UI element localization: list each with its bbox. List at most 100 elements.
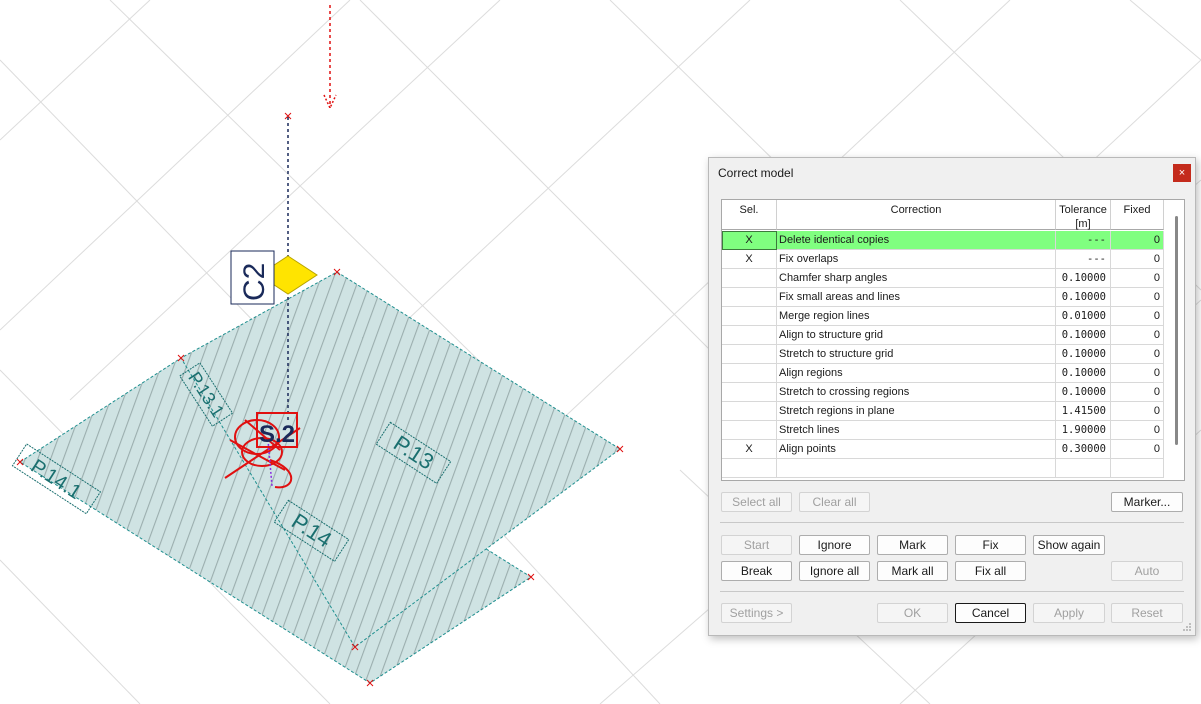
row-fixed-cell: 0	[1111, 402, 1164, 421]
mark-button[interactable]: Mark	[877, 535, 948, 555]
row-sel-cell[interactable]	[722, 383, 777, 402]
row-sel-cell[interactable]	[722, 269, 777, 288]
row-fixed-cell: 0	[1111, 345, 1164, 364]
table-row[interactable]: Merge region lines 0.01000 0	[722, 307, 1164, 326]
dialog-title: Correct model	[718, 166, 794, 180]
row-tolerance-cell: 0.10000	[1056, 345, 1111, 364]
table-row[interactable]: Align regions 0.10000 0	[722, 364, 1164, 383]
corrections-table: Sel. Correction Tolerance [m] Fixed X Del…	[721, 199, 1185, 481]
col-header-tolerance[interactable]: Tolerance [m]	[1056, 200, 1111, 230]
close-icon[interactable]: ×	[1173, 164, 1191, 182]
reset-button[interactable]: Reset	[1111, 603, 1183, 623]
row-tolerance-cell: 0.10000	[1056, 326, 1111, 345]
table-row[interactable]: Chamfer sharp angles 0.10000 0	[722, 269, 1164, 288]
row-sel-cell[interactable]: X	[722, 231, 777, 250]
row-tolerance-cell: 0.10000	[1056, 288, 1111, 307]
row-sel-cell[interactable]	[722, 307, 777, 326]
row-sel-cell[interactable]	[722, 364, 777, 383]
row-sel-cell[interactable]: X	[722, 250, 777, 269]
correct-model-dialog: Correct model × Sel. Correction Toleranc…	[708, 157, 1196, 636]
row-fixed-cell: 0	[1111, 269, 1164, 288]
row-fixed-cell: 0	[1111, 288, 1164, 307]
row-sel-cell[interactable]	[722, 345, 777, 364]
resize-grip-icon[interactable]	[1183, 622, 1192, 631]
row-tolerance-cell: ---	[1056, 231, 1111, 250]
row-sel-cell[interactable]	[722, 402, 777, 421]
row-correction-cell: Stretch lines	[777, 421, 1056, 440]
load-arrow	[323, 5, 337, 110]
table-row[interactable]: X Align points 0.30000 0	[722, 440, 1164, 459]
row-fixed-cell: 0	[1111, 326, 1164, 345]
row-correction-cell: Align points	[777, 440, 1056, 459]
table-row[interactable]: Align to structure grid 0.10000 0	[722, 326, 1164, 345]
row-sel-cell[interactable]	[722, 326, 777, 345]
table-row[interactable]: Stretch regions in plane 1.41500 0	[722, 402, 1164, 421]
settings-button[interactable]: Settings >	[721, 603, 792, 623]
row-tolerance-cell: 0.10000	[1056, 383, 1111, 402]
col-header-fixed[interactable]: Fixed	[1111, 200, 1164, 230]
row-correction-cell: Fix overlaps	[777, 250, 1056, 269]
table-scrollbar[interactable]	[1173, 214, 1181, 479]
row-fixed-cell: 0	[1111, 250, 1164, 269]
ignore-all-button[interactable]: Ignore all	[799, 561, 870, 581]
start-button[interactable]: Start	[721, 535, 792, 555]
row-sel-cell[interactable]: X	[722, 440, 777, 459]
row-tolerance-cell: 0.01000	[1056, 307, 1111, 326]
row-correction-cell: Delete identical copies	[777, 231, 1056, 250]
col-header-correction[interactable]: Correction	[777, 200, 1056, 230]
table-row[interactable]: Stretch lines 1.90000 0	[722, 421, 1164, 440]
table-row[interactable]: Stretch to crossing regions 0.10000 0	[722, 383, 1164, 402]
row-fixed-cell	[1111, 459, 1164, 478]
row-tolerance-cell: 1.41500	[1056, 402, 1111, 421]
table-row[interactable]	[722, 459, 1164, 478]
row-fixed-cell: 0	[1111, 440, 1164, 459]
clear-all-button[interactable]: Clear all	[799, 492, 870, 512]
row-sel-cell[interactable]	[722, 421, 777, 440]
break-button[interactable]: Break	[721, 561, 792, 581]
row-fixed-cell: 0	[1111, 231, 1164, 250]
row-correction-cell	[777, 459, 1056, 478]
column-label-text: C2	[238, 263, 271, 301]
table-row[interactable]: Stretch to structure grid 0.10000 0	[722, 345, 1164, 364]
table-row[interactable]: X Fix overlaps --- 0	[722, 250, 1164, 269]
col-header-sel[interactable]: Sel.	[722, 200, 777, 230]
ignore-button[interactable]: Ignore	[799, 535, 870, 555]
row-tolerance-cell: 0.30000	[1056, 440, 1111, 459]
marker-button[interactable]: Marker...	[1111, 492, 1183, 512]
fix-all-button[interactable]: Fix all	[955, 561, 1026, 581]
row-correction-cell: Stretch to crossing regions	[777, 383, 1056, 402]
cancel-button[interactable]: Cancel	[955, 603, 1026, 623]
row-sel-cell[interactable]	[722, 288, 777, 307]
row-fixed-cell: 0	[1111, 364, 1164, 383]
slab-label-text: S.2	[259, 421, 295, 448]
mark-all-button[interactable]: Mark all	[877, 561, 948, 581]
scrollbar-thumb[interactable]	[1175, 216, 1178, 445]
fix-button[interactable]: Fix	[955, 535, 1026, 555]
table-row[interactable]: X Delete identical copies --- 0	[722, 231, 1164, 250]
row-fixed-cell: 0	[1111, 307, 1164, 326]
row-correction-cell: Align regions	[777, 364, 1056, 383]
select-all-button[interactable]: Select all	[721, 492, 792, 512]
table-row[interactable]: Fix small areas and lines 0.10000 0	[722, 288, 1164, 307]
row-correction-cell: Chamfer sharp angles	[777, 269, 1056, 288]
row-tolerance-cell: 1.90000	[1056, 421, 1111, 440]
separator	[720, 591, 1184, 592]
row-sel-cell[interactable]	[722, 459, 777, 478]
row-correction-cell: Merge region lines	[777, 307, 1056, 326]
column-label[interactable]: C2	[230, 250, 275, 305]
row-tolerance-cell: ---	[1056, 250, 1111, 269]
row-correction-cell: Stretch to structure grid	[777, 345, 1056, 364]
row-tolerance-cell	[1056, 459, 1111, 478]
row-correction-cell: Stretch regions in plane	[777, 402, 1056, 421]
show-again-button[interactable]: Show again	[1033, 535, 1105, 555]
row-tolerance-cell: 0.10000	[1056, 269, 1111, 288]
apply-button[interactable]: Apply	[1033, 603, 1105, 623]
row-correction-cell: Fix small areas and lines	[777, 288, 1056, 307]
row-fixed-cell: 0	[1111, 421, 1164, 440]
row-tolerance-cell: 0.10000	[1056, 364, 1111, 383]
separator	[720, 522, 1184, 523]
row-correction-cell: Align to structure grid	[777, 326, 1056, 345]
auto-button[interactable]: Auto	[1111, 561, 1183, 581]
ok-button[interactable]: OK	[877, 603, 948, 623]
row-fixed-cell: 0	[1111, 383, 1164, 402]
